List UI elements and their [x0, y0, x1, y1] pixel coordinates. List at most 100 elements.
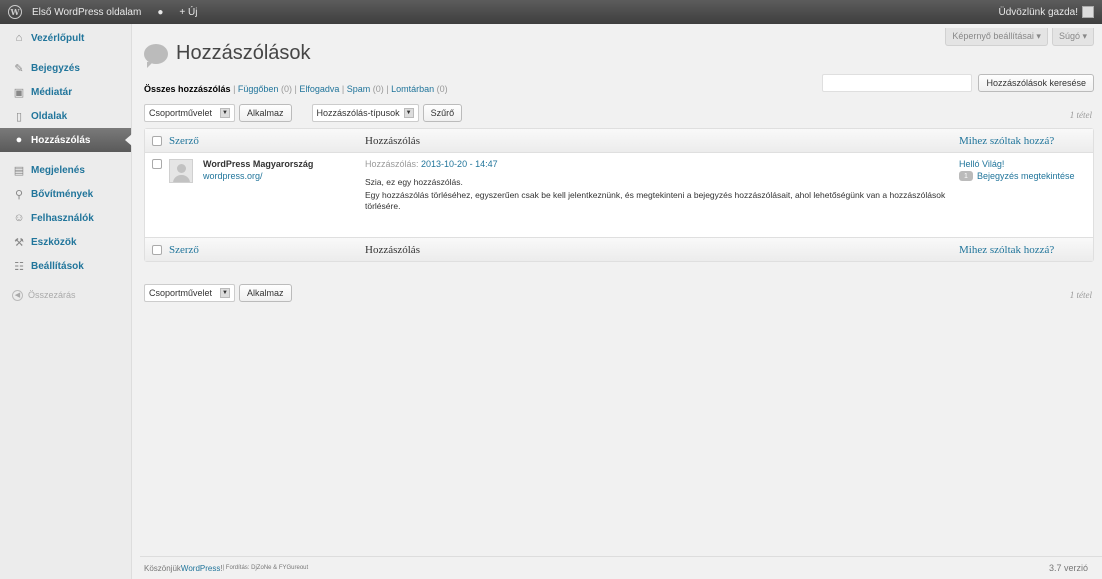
- apply-button[interactable]: Alkalmaz: [239, 104, 292, 122]
- footer-thanks: Köszönjük: [144, 563, 181, 573]
- search-comments-button[interactable]: Hozzászólások keresése: [978, 74, 1094, 92]
- collapse-menu-button[interactable]: ◀ Összezárás: [0, 284, 131, 306]
- my-account-menu[interactable]: Üdvözlünk gazda!: [991, 0, 1102, 24]
- account-avatar: [1082, 6, 1094, 18]
- filter-pending[interactable]: Függőben (0): [238, 84, 292, 94]
- filter-approved[interactable]: Elfogadva: [299, 84, 339, 94]
- version-text: 3.7 verzió: [1048, 563, 1088, 573]
- menu-item-label: Megjelenés: [31, 164, 85, 176]
- filter-all[interactable]: Összes hozzászólás: [144, 84, 231, 94]
- help-button[interactable]: Súgó ▾: [1051, 28, 1094, 46]
- filter-trash[interactable]: Lomtárban (0): [391, 84, 448, 94]
- tools-icon: ⚒: [14, 236, 24, 249]
- dropdown-arrow-icon: ▼: [403, 108, 414, 118]
- author-name: WordPress Magyarország: [203, 159, 314, 169]
- translation-credit: | Fordítás: DjZoNe & FYGureout: [222, 565, 309, 571]
- response-column-footer[interactable]: Mihez szóltak hozzá?: [959, 244, 1054, 256]
- author-column-footer[interactable]: Szerző: [169, 244, 199, 256]
- table-header: Szerző Hozzászólás Mihez szóltak hozzá?: [145, 129, 1093, 153]
- filter-spam-label: Spam: [346, 84, 371, 94]
- tablenav-bottom: Csoportművelet ▼ Alkalmaz: [144, 284, 292, 302]
- comment-search-box: Hozzászólások keresése: [822, 74, 1094, 92]
- media-icon: ▣: [13, 86, 25, 99]
- author-column-header[interactable]: Szerző: [169, 135, 199, 147]
- collapse-label: Összezárás: [28, 290, 76, 300]
- new-content-menu[interactable]: + Új: [171, 0, 205, 24]
- menu-item-users[interactable]: ☺ Felhasználók: [0, 206, 131, 230]
- submitted-on: Hozzászólás: 2013-10-20 - 14:47: [365, 159, 959, 169]
- settings-icon: ☷: [14, 260, 24, 273]
- menu-item-label: Bejegyzés: [31, 62, 80, 74]
- menu-item-label: Felhasználók: [31, 212, 94, 224]
- comments-table: Szerző Hozzászólás Mihez szóltak hozzá? …: [144, 128, 1094, 262]
- menu-item-appearance[interactable]: ▤ Megjelenés: [0, 158, 131, 182]
- wp-logo-menu[interactable]: W: [0, 0, 30, 24]
- menu-item-label: Eszközök: [31, 236, 77, 248]
- row-checkbox[interactable]: [152, 159, 162, 169]
- bulk-action-value: Csoportművelet: [149, 108, 213, 118]
- menu-item-label: Bővítmények: [31, 188, 94, 200]
- comment-count-bubble: 1: [959, 171, 973, 181]
- menu-item-dashboard[interactable]: ⌂ Vezérlőpult: [0, 26, 131, 50]
- appearance-icon: ▤: [13, 164, 25, 177]
- comment-date-link[interactable]: 2013-10-20 - 14:47: [421, 159, 498, 169]
- comment-text: Szia, ez egy hozzászólás. Egy hozzászólá…: [365, 177, 959, 212]
- response-column-header[interactable]: Mihez szóltak hozzá?: [959, 135, 1054, 147]
- greeting-text: Üdvözlünk gazda!: [998, 6, 1079, 18]
- footer: Köszönjük WordPress ! | Fordítás: DjZoNe…: [140, 556, 1102, 579]
- menu-item-tools[interactable]: ⚒ Eszközök: [0, 230, 131, 254]
- submitted-prefix: Hozzászólás:: [365, 159, 422, 169]
- items-count: 1 tétel: [1069, 110, 1092, 120]
- bulk-action-select-bottom[interactable]: Csoportművelet ▼: [144, 284, 236, 302]
- dashboard-icon: ⌂: [15, 32, 23, 44]
- menu-item-plugins[interactable]: ⚲ Bővítmények: [0, 182, 131, 206]
- site-name-link[interactable]: Első WordPress oldalam: [30, 0, 149, 24]
- filter-pending-label: Függőben: [237, 84, 279, 94]
- comment-line: Szia, ez egy hozzászólás.: [365, 177, 463, 187]
- comment-bubble-icon: ●: [157, 6, 164, 18]
- dropdown-arrow-icon: ▼: [220, 288, 231, 298]
- pin-icon: ✎: [14, 62, 24, 75]
- collapse-arrow-icon: ◀: [12, 289, 23, 301]
- filter-trash-count: (0): [436, 84, 448, 94]
- author-url-link[interactable]: wordpress.org/: [203, 171, 263, 181]
- comment-line: Egy hozzászólás törléséhez, egyszerűen c…: [365, 190, 946, 211]
- menu-item-media[interactable]: ▣ Médiatár: [0, 80, 131, 104]
- menu-item-settings[interactable]: ☷ Beállítások: [0, 254, 131, 278]
- admin-menu: ⌂ Vezérlőpult ✎ Bejegyzés ▣ Médiatár ▯ Oldal…: [0, 24, 132, 579]
- screen-meta-links: Képernyő beállításai ▾ Súgó ▾: [945, 28, 1094, 46]
- plugin-icon: ⚲: [14, 188, 24, 201]
- comment-type-select[interactable]: Hozzászólás-típusok ▼: [311, 104, 419, 122]
- filter-button[interactable]: Szűrő: [422, 104, 463, 122]
- apply-button-bottom[interactable]: Alkalmaz: [239, 284, 292, 302]
- menu-item-comments[interactable]: ● Hozzászólás: [0, 128, 132, 152]
- view-post-link[interactable]: 1 Bejegyzés megtekintése: [959, 171, 1093, 181]
- comment-icon: ●: [15, 134, 23, 146]
- menu-item-label: Médiatár: [31, 86, 73, 98]
- dropdown-arrow-icon: ▼: [220, 108, 231, 118]
- menu-item-label: Hozzászólás: [31, 134, 91, 146]
- filter-trash-label: Lomtárban: [391, 84, 435, 94]
- bulk-action-select[interactable]: Csoportművelet ▼: [144, 104, 236, 122]
- select-all-checkbox-bottom[interactable]: [152, 244, 162, 255]
- comments-menu[interactable]: ●: [149, 0, 171, 24]
- items-count-bottom: 1 tétel: [1069, 290, 1092, 300]
- menu-item-pages[interactable]: ▯ Oldalak: [0, 104, 131, 128]
- tablenav-top: Csoportművelet ▼ Alkalmaz Hozzászólás-típ…: [144, 104, 463, 122]
- menu-item-posts[interactable]: ✎ Bejegyzés: [0, 56, 131, 80]
- response-post-link[interactable]: Helló Világ!: [959, 159, 1093, 169]
- menu-item-label: Beállítások: [31, 260, 84, 272]
- select-all-checkbox[interactable]: [152, 135, 162, 146]
- table-row: WordPress Magyarország wordpress.org/ Ho…: [145, 153, 1093, 237]
- avatar: [169, 159, 193, 183]
- menu-item-label: Vezérlőpult: [31, 32, 85, 44]
- wordpress-link[interactable]: WordPress: [181, 564, 220, 573]
- comment-status-filters: Összes hozzászólás | Függőben (0) | Elfo…: [144, 84, 448, 94]
- search-input[interactable]: [822, 74, 973, 92]
- filter-spam[interactable]: Spam (0): [347, 84, 384, 94]
- wordpress-logo-icon: W: [8, 5, 22, 19]
- bulk-action-value: Csoportművelet: [149, 288, 213, 298]
- page-icon: ▯: [15, 110, 23, 123]
- screen-options-button[interactable]: Képernyő beállításai ▾: [945, 28, 1048, 46]
- table-footer: Szerző Hozzászólás Mihez szóltak hozzá?: [145, 237, 1093, 261]
